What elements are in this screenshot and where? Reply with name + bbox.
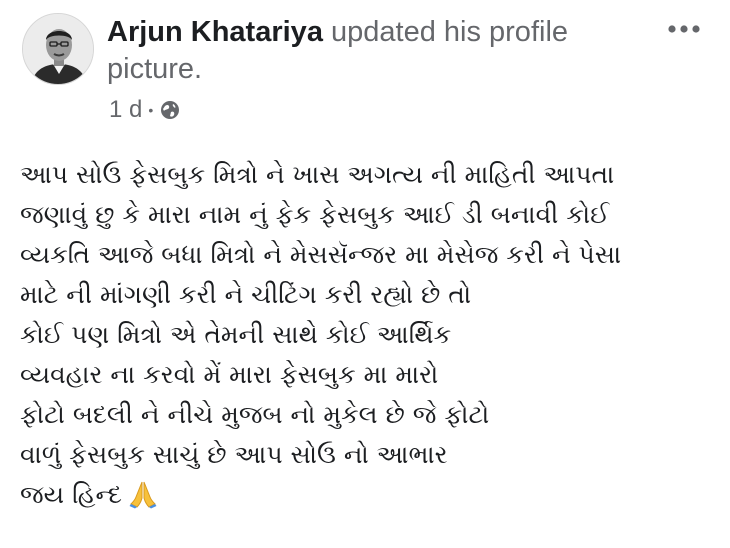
post-text-closing: જય હિન્દ [20, 480, 122, 509]
feed-post: Arjun Khatariya updated his profile pict… [0, 0, 730, 548]
post-text-line: કોઈ પણ મિત્રો એ તેમની સાથે કોઈ આર્થિક [20, 320, 452, 349]
post-text-line: ફોટો બદલી ને નીચે મુજબ નો મુકેલ છે જે ફો… [20, 400, 490, 429]
post-text-line: આપ સોઉ ફેસબુક મિત્રો ને ખાસ અગત્ય ની માહ… [20, 160, 615, 189]
post-meta: 1 d • [109, 95, 181, 125]
post-timestamp[interactable]: 1 d [109, 96, 142, 124]
post-text-line: વ્યવહાર ના કરવો મેં મારા ફેસબુક મા મારો [20, 360, 439, 389]
folded-hands-icon [128, 479, 158, 521]
globe-icon[interactable] [159, 99, 181, 121]
post-text-line-last: જય હિન્દ [20, 475, 700, 515]
meta-separator: • [148, 102, 154, 118]
post-text-line: વાળું ફેસબુક સાચું છે આપ સોઉ નો આભાર [20, 440, 448, 469]
post-body: આપ સોઉ ફેસબુક મિત્રો ને ખાસ અગત્ય ની માહ… [20, 155, 700, 515]
more-options-icon [668, 25, 700, 33]
author-name-link[interactable]: Arjun Khatariya [107, 16, 323, 48]
post-text-line: જણાવું છુ કે મારા નામ નું ફેક ફેસબુક આઈ … [20, 200, 610, 229]
author-avatar[interactable] [22, 13, 94, 85]
profile-photo [23, 14, 93, 84]
post-text-line: વ્યકતિ આજે બધા મિત્રો ને મેસસૅન્જર મા મે… [20, 240, 622, 269]
more-options-button[interactable] [662, 14, 706, 44]
post-text-line: માટે ની માંગણી કરી ને ચીટિંગ કરી રહ્યો છ… [20, 280, 472, 309]
post-header: Arjun Khatariya updated his profile pict… [107, 14, 647, 88]
